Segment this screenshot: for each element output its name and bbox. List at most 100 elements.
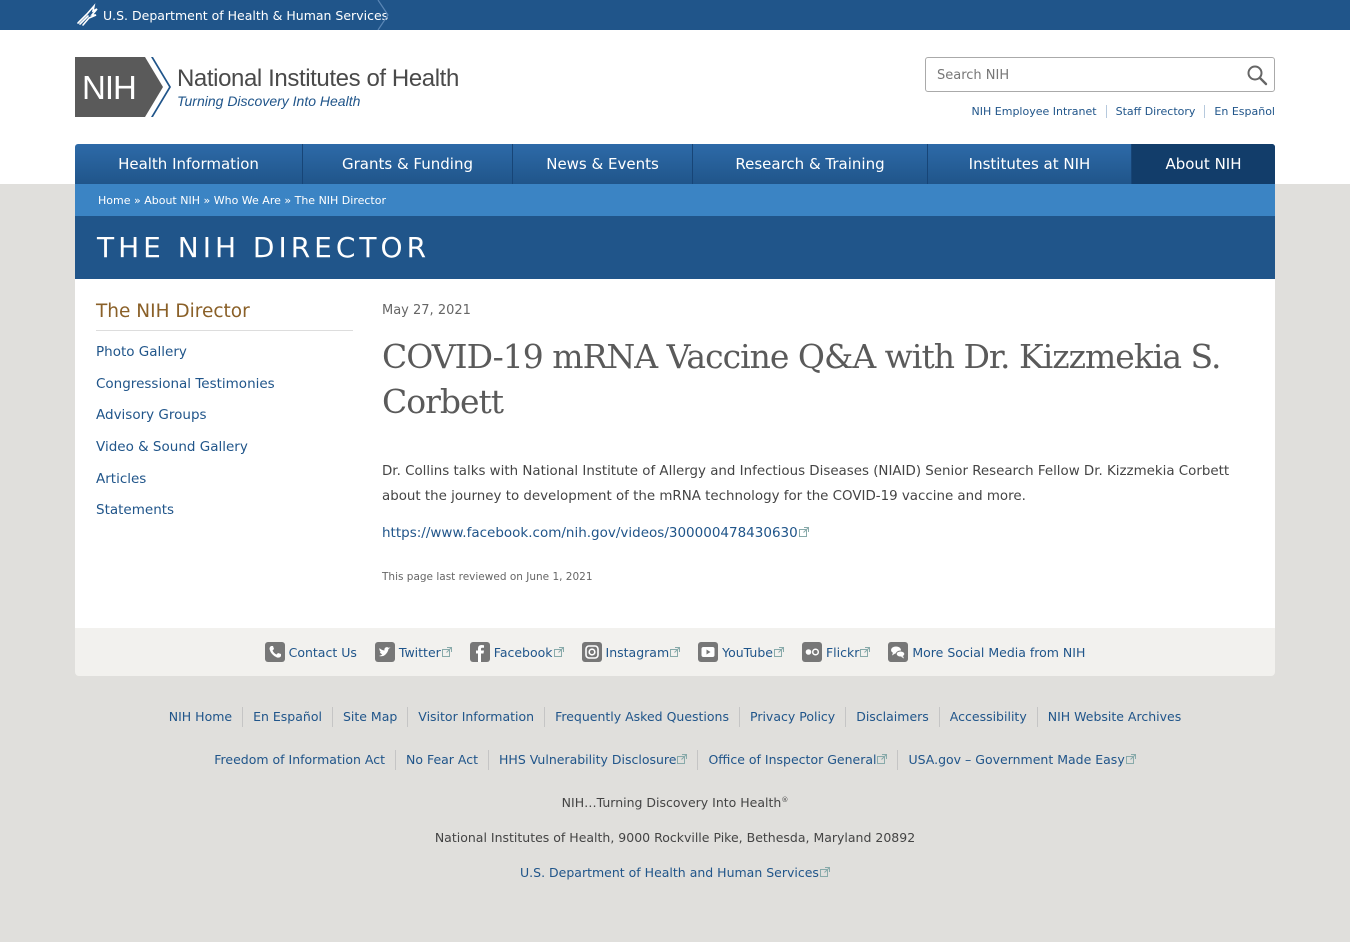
logo-mark-text: NIH [82, 69, 136, 106]
nav-item-health-information[interactable]: Health Information [75, 144, 303, 184]
sidebar-item-articles[interactable]: Articles [96, 471, 146, 487]
sidebar-item: Articles [96, 471, 353, 503]
search-icon[interactable] [1246, 64, 1268, 86]
footer-tagline: NIH…Turning Discovery Into Health® [0, 795, 1350, 810]
footer-link-site-map[interactable]: Site Map [331, 707, 407, 727]
sidebar-item-congressional-testimonies[interactable]: Congressional Testimonies [96, 376, 275, 392]
footer-link-faq[interactable]: Frequently Asked Questions [544, 707, 739, 727]
social-flickr[interactable]: Flickr [801, 642, 871, 662]
sidebar-item: Statements [96, 502, 353, 534]
hhs-bar: U.S. Department of Health & Human Servic… [0, 0, 1350, 30]
hhs-link[interactable]: U.S. Department of Health & Human Servic… [75, 0, 388, 30]
chat-bubbles-icon [888, 642, 909, 662]
social-label: Flickr [825, 644, 860, 660]
external-link-icon [860, 647, 871, 657]
article-video-link[interactable]: https://www.facebook.com/nih.gov/videos/… [382, 525, 809, 541]
last-reviewed: This page last reviewed on June 1, 2021 [382, 571, 593, 583]
main-nav: Health Information Grants & Funding News… [75, 144, 1275, 184]
social-twitter[interactable]: Twitter [374, 642, 452, 662]
sidebar-item: Congressional Testimonies [96, 376, 353, 408]
nih-logo-mark: NIH [75, 57, 171, 117]
social-youtube[interactable]: YouTube [698, 642, 784, 662]
footer-address: National Institutes of Health, 9000 Rock… [434, 830, 916, 845]
footer-link-nih-home[interactable]: NIH Home [159, 707, 242, 727]
utility-links: NIH Employee Intranet Staff Directory En… [963, 105, 1275, 118]
footer-link-archives[interactable]: NIH Website Archives [1036, 707, 1192, 727]
nav-item-research-training[interactable]: Research & Training [693, 144, 928, 184]
footer-link-accessibility[interactable]: Accessibility [938, 707, 1037, 727]
chevron-right-icon [377, 0, 389, 30]
article-link-text: https://www.facebook.com/nih.gov/videos/… [382, 525, 798, 541]
sidebar-title: The NIH Director [96, 301, 353, 331]
main-content: The NIH Director Photo Gallery Congressi… [75, 279, 1275, 628]
util-link-intranet[interactable]: NIH Employee Intranet [963, 105, 1106, 118]
social-label: Facebook [493, 644, 553, 660]
breadcrumb: Home » About NIH » Who We Are » The NIH … [75, 184, 1275, 216]
footer-link-label: Office of Inspector General [708, 752, 877, 767]
sidebar: The NIH Director Photo Gallery Congressi… [96, 301, 353, 534]
footer-link-label: Freedom of Information Act [214, 752, 385, 767]
sidebar-item-statements[interactable]: Statements [96, 502, 174, 518]
breadcrumb-about-nih[interactable]: About NIH [144, 194, 200, 207]
breadcrumb-home[interactable]: Home [98, 194, 130, 207]
nih-logo[interactable]: NIH National Institutes of Health Turnin… [75, 57, 459, 117]
sidebar-item-advisory-groups[interactable]: Advisory Groups [96, 407, 207, 423]
article-date: May 27, 2021 [382, 303, 471, 318]
nav-item-grants-funding[interactable]: Grants & Funding [303, 144, 513, 184]
social-facebook[interactable]: Facebook [469, 642, 564, 662]
external-link-icon [798, 527, 809, 537]
search-input[interactable] [937, 64, 1237, 86]
social-label: YouTube [722, 644, 773, 660]
footer-links-secondary: Freedom of Information Act No Fear Act H… [0, 750, 1350, 770]
facebook-icon [469, 642, 490, 662]
hhs-label: U.S. Department of Health & Human Servic… [103, 7, 389, 23]
youtube-icon [698, 642, 719, 662]
external-link-icon [670, 647, 681, 657]
external-link-icon [773, 647, 784, 657]
footer-link-no-fear-act[interactable]: No Fear Act [394, 750, 488, 770]
external-link-icon [877, 754, 888, 764]
footer-hhs-label: U.S. Department of Health and Human Serv… [520, 865, 819, 880]
footer-link-foia[interactable]: Freedom of Information Act [204, 750, 395, 770]
footer-link-hhs-vulnerability[interactable]: HHS Vulnerability Disclosure [488, 750, 697, 770]
footer-link-label: HHS Vulnerability Disclosure [499, 752, 677, 767]
footer-link-disclaimers[interactable]: Disclaimers [845, 707, 939, 727]
external-link-icon [441, 647, 452, 657]
social-label: Instagram [605, 644, 670, 660]
footer-link-espanol[interactable]: En Español [242, 707, 332, 727]
nav-item-news-events[interactable]: News & Events [513, 144, 693, 184]
article-body: Dr. Collins talks with National Institut… [382, 464, 1230, 504]
sidebar-item-photo-gallery[interactable]: Photo Gallery [96, 344, 187, 360]
twitter-icon [374, 642, 395, 662]
social-more[interactable]: More Social Media from NIH [888, 642, 1085, 662]
breadcrumb-who-we-are[interactable]: Who We Are [214, 194, 281, 207]
util-link-espanol[interactable]: En Español [1204, 105, 1275, 118]
footer-hhs: U.S. Department of Health and Human Serv… [0, 865, 1350, 880]
phone-icon [264, 642, 285, 662]
util-link-staff-directory[interactable]: Staff Directory [1105, 105, 1205, 118]
logo-tagline: Turning Discovery Into Health [177, 93, 361, 109]
social-label: Twitter [398, 644, 441, 660]
social-label: More Social Media from NIH [912, 644, 1086, 660]
nav-item-about-nih[interactable]: About NIH [1132, 144, 1275, 184]
article: May 27, 2021 COVID-19 mRNA Vaccine Q&A w… [382, 303, 1252, 583]
search-box [925, 57, 1275, 92]
breadcrumb-separator: » [280, 193, 295, 207]
footer-link-label: USA.gov – Government Made Easy [908, 752, 1125, 767]
nav-item-institutes[interactable]: Institutes at NIH [928, 144, 1132, 184]
footer-link-hhs[interactable]: U.S. Department of Health and Human Serv… [520, 865, 830, 880]
footer-link-usa-gov[interactable]: USA.gov – Government Made Easy [897, 750, 1145, 770]
external-link-icon [677, 754, 688, 764]
social-contact-us[interactable]: Contact Us [264, 642, 357, 662]
flickr-icon [801, 642, 822, 662]
social-instagram[interactable]: Instagram [581, 642, 681, 662]
footer-link-visitor-information[interactable]: Visitor Information [407, 707, 544, 727]
registered-mark: ® [781, 795, 789, 804]
footer-link-inspector-general[interactable]: Office of Inspector General [697, 750, 897, 770]
breadcrumb-separator: » [199, 193, 214, 207]
footer-link-privacy-policy[interactable]: Privacy Policy [739, 707, 845, 727]
sidebar-item-video-sound-gallery[interactable]: Video & Sound Gallery [96, 439, 248, 455]
sidebar-list: Photo Gallery Congressional Testimonies … [96, 344, 353, 534]
breadcrumb-current: The NIH Director [294, 193, 386, 207]
social-bar: Contact Us Twitter Facebook Instagram Yo… [75, 628, 1275, 676]
